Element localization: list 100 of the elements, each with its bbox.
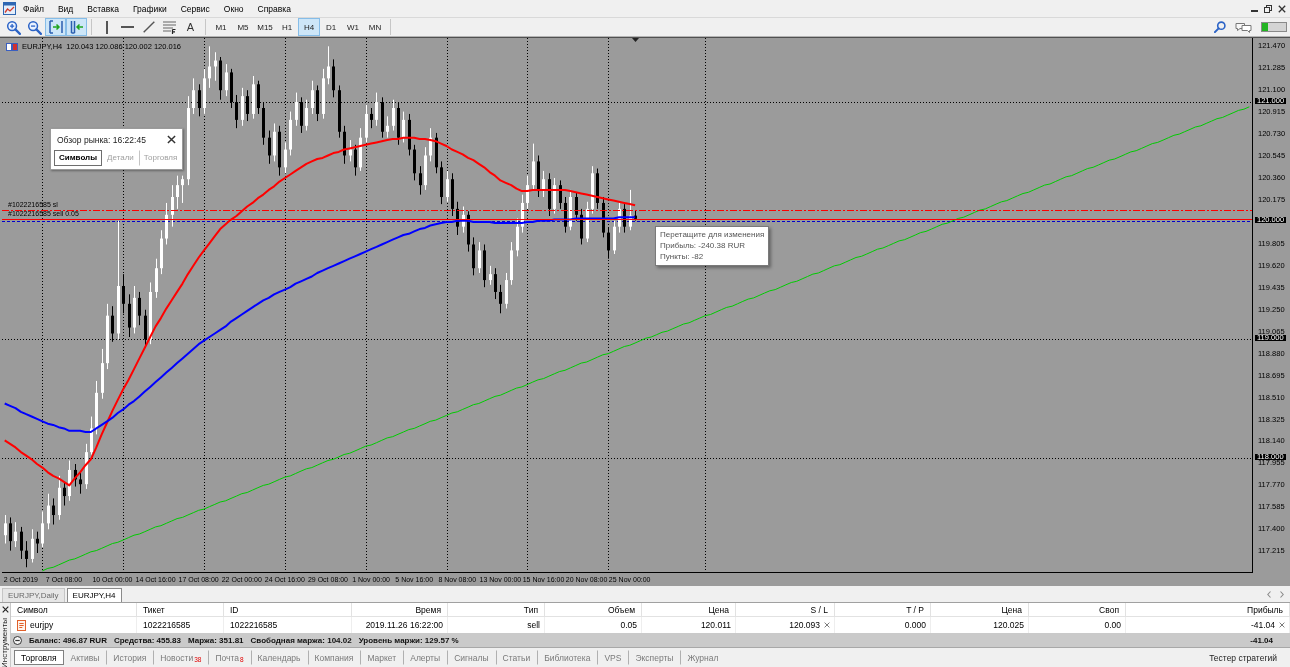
candle-body	[85, 452, 88, 485]
terminal-tab[interactable]: Календарь	[250, 650, 308, 665]
close-icon[interactable]	[1, 606, 9, 613]
candle-wick	[420, 165, 421, 196]
candle-body	[225, 72, 228, 91]
remove-icon[interactable]	[824, 622, 830, 628]
candle-body	[20, 531, 23, 551]
timeframe-button[interactable]: W1	[342, 18, 364, 36]
terminal-tab[interactable]: Сигналы	[447, 650, 496, 665]
menu-item[interactable]: Справка	[250, 2, 298, 15]
scroll-left-icon[interactable]	[1267, 590, 1271, 598]
candle-wick	[312, 80, 313, 115]
candle-body	[58, 487, 61, 516]
timeframe-button[interactable]: M5	[232, 18, 254, 36]
table-cell: -41.04	[1250, 620, 1275, 630]
connection-status-icon	[1261, 22, 1287, 32]
candle-wick	[306, 99, 307, 132]
candle-body	[95, 392, 98, 429]
candle-wick	[64, 481, 65, 507]
timeframe-button[interactable]: H1	[276, 18, 298, 36]
terminal-tab[interactable]: История	[106, 650, 154, 665]
timeframe-button[interactable]: H4	[298, 18, 320, 36]
candle-wick	[236, 94, 237, 129]
candle-body	[128, 303, 131, 328]
candle-body	[63, 487, 66, 497]
candle-wick	[145, 309, 146, 346]
menu-item[interactable]: Графики	[125, 2, 174, 15]
candle-body	[542, 179, 545, 192]
menu-item[interactable]: Окно	[216, 2, 251, 15]
menu-item[interactable]: Вид	[50, 2, 81, 15]
candle-body	[472, 244, 475, 269]
candle-body	[559, 185, 562, 203]
candle-wick	[193, 77, 194, 115]
candle-wick	[26, 540, 27, 568]
market-watch-tab[interactable]: Символы	[54, 150, 103, 166]
candle-body	[354, 149, 357, 168]
menu-item[interactable]: Вставка	[80, 2, 126, 15]
candle-wick	[274, 122, 275, 162]
tooltip-line: Пункты: -82	[660, 251, 705, 262]
table-cell: 120.093	[789, 620, 820, 630]
market-watch-title: Обзор рынка: 16:22:45	[57, 134, 146, 145]
candle-wick	[5, 514, 6, 544]
candle-body	[397, 108, 400, 138]
terminal-tab[interactable]: Библиотека	[537, 650, 598, 665]
terminal-tab[interactable]: Журнал	[680, 650, 726, 665]
remove-icon[interactable]	[1279, 622, 1285, 628]
restore-icon[interactable]	[1264, 4, 1272, 13]
candle-body	[268, 137, 271, 156]
terminal-tab[interactable]: VPS	[597, 650, 629, 665]
candle-body	[52, 505, 55, 516]
candle-body	[203, 78, 206, 108]
terminal-tab[interactable]: Маркет	[360, 650, 404, 665]
candle-body	[219, 60, 222, 91]
strategy-tester-tab[interactable]: Тестер стратегий	[1209, 652, 1290, 663]
close-icon[interactable]	[167, 135, 176, 144]
auto-scroll-button[interactable]	[66, 18, 87, 36]
close-icon[interactable]	[1278, 4, 1286, 13]
candle-body	[322, 78, 325, 114]
candle-wick	[15, 521, 16, 548]
candle-wick	[21, 526, 22, 560]
terminal-tab[interactable]: Торговля	[14, 650, 64, 665]
candle-body	[402, 119, 405, 138]
candle-body	[101, 363, 104, 393]
chart-shift-icon	[48, 20, 63, 34]
menu-item[interactable]: Сервис	[173, 2, 217, 15]
chart-shift-button[interactable]	[45, 18, 66, 36]
fibonacci-icon	[163, 20, 176, 34]
chart-tab[interactable]: EURJPY,Daily	[2, 588, 65, 602]
scroll-right-icon[interactable]	[1280, 590, 1284, 598]
terminal-tab[interactable]: Статьи	[495, 650, 538, 665]
terminal-tab[interactable]: Активы	[63, 650, 107, 665]
chart-tab[interactable]: EURJPY,H4	[66, 588, 122, 602]
candle-body	[359, 137, 362, 168]
search-icon[interactable]	[1214, 21, 1226, 33]
candle-body	[111, 315, 114, 334]
terminal-tab[interactable]: Компания	[307, 650, 361, 665]
timeframe-button[interactable]: M15	[254, 18, 276, 36]
candle-wick	[258, 80, 259, 115]
candle-body	[47, 505, 50, 524]
candle-body	[375, 102, 378, 120]
candle-body	[295, 102, 298, 120]
terminal-tab[interactable]: Эксперты	[628, 650, 681, 665]
candle-wick	[317, 84, 318, 122]
account-summary-item: Маржа: 351.81	[188, 635, 244, 645]
chat-bubbles-icon[interactable]	[1235, 21, 1252, 33]
timeframe-button[interactable]: M1	[210, 18, 232, 36]
candle-body	[499, 291, 502, 304]
candle-wick	[366, 103, 367, 143]
text-tool-button[interactable]: A	[180, 18, 201, 36]
candle-wick	[630, 189, 631, 231]
candle-wick	[619, 201, 620, 234]
terminal-tab[interactable]: Алерты	[403, 650, 448, 665]
timeframe-button[interactable]: MN	[364, 18, 386, 36]
candle-body	[607, 232, 610, 251]
candle-wick	[285, 141, 286, 174]
collapse-icon[interactable]	[13, 635, 22, 645]
menu-item[interactable]: Файл	[16, 2, 51, 15]
candle-wick	[209, 45, 210, 89]
candle-wick	[91, 416, 92, 455]
timeframe-button[interactable]: D1	[320, 18, 342, 36]
